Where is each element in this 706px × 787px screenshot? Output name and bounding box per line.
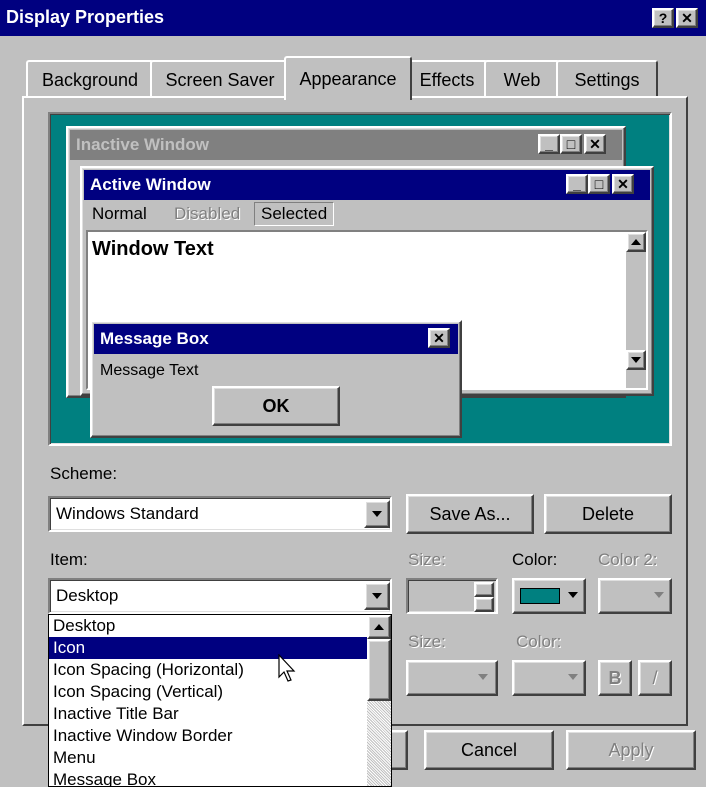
list-item[interactable]: Message Box [49, 769, 367, 786]
message-text: Message Text [100, 362, 199, 379]
font-size-select [406, 660, 498, 696]
menu-normal: Normal [92, 204, 147, 223]
tab-background[interactable]: Background [26, 60, 154, 98]
maximize-icon: □ [588, 174, 610, 194]
scrollbar [626, 232, 646, 388]
window-text: Window Text [92, 238, 214, 260]
italic-button: / [638, 660, 672, 696]
menu-selected: Selected [254, 202, 335, 226]
tab-effects[interactable]: Effects [406, 60, 488, 98]
apply-label: Apply [608, 739, 654, 760]
minimize-icon: _ [566, 174, 588, 194]
tab-label: Effects [419, 69, 475, 90]
list-item[interactable]: Inactive Window Border [49, 725, 367, 747]
preview-area: Inactive Window _ □ ✕ Active Window _ □ … [48, 112, 672, 446]
chevron-down-icon[interactable] [364, 500, 390, 528]
active-title-bar: Active Window _ □ ✕ [84, 170, 650, 200]
tab-label: Settings [574, 69, 640, 90]
spin-up-icon [474, 582, 494, 597]
item-dropdown-list[interactable]: Desktop Icon Icon Spacing (Horizontal) Icon… [48, 614, 392, 787]
item-color2-button [598, 578, 672, 614]
scroll-down-icon [626, 350, 646, 370]
list-item[interactable]: Menu [49, 747, 367, 769]
list-item[interactable]: Icon Spacing (Horizontal) [49, 659, 367, 681]
tab-settings[interactable]: Settings [556, 60, 658, 98]
ok-button: OK [212, 386, 340, 426]
list-item[interactable]: Icon Spacing (Vertical) [49, 681, 367, 703]
bold-label: B [608, 667, 622, 688]
chevron-down-icon [478, 674, 488, 680]
scroll-up-icon[interactable] [367, 615, 391, 639]
mouse-cursor-icon [278, 654, 296, 682]
bold-button: B [598, 660, 632, 696]
apply-button: Apply [566, 730, 696, 770]
tab-label: Web [503, 69, 541, 90]
maximize-icon: □ [560, 134, 582, 154]
color-swatch [520, 588, 560, 604]
minimize-icon: _ [538, 134, 560, 154]
message-box: Message Box ✕ Message Text OK [90, 320, 462, 438]
message-box-title: Message Box [100, 329, 209, 348]
active-title: Active Window [90, 175, 211, 194]
save-as-button[interactable]: Save As... [406, 494, 534, 534]
tab-appearance[interactable]: Appearance [284, 56, 412, 100]
close-button[interactable]: ✕ [676, 8, 698, 28]
font-color-label: Color: [516, 632, 562, 651]
cancel-label: Cancel [460, 739, 518, 760]
chevron-down-icon [568, 592, 578, 598]
message-box-title-bar: Message Box ✕ [94, 324, 458, 354]
scroll-up-icon [626, 232, 646, 252]
inactive-title: Inactive Window [76, 135, 210, 154]
spin-down-icon [474, 597, 494, 612]
scheme-select[interactable]: Windows Standard [48, 496, 392, 532]
list-scrollbar[interactable] [367, 615, 391, 786]
menu-disabled: Disabled [174, 204, 241, 223]
italic-label: / [652, 667, 658, 688]
close-icon: ✕ [428, 328, 450, 348]
tab-label: Background [41, 69, 139, 90]
delete-label: Delete [581, 503, 635, 524]
inactive-title-bar: Inactive Window _ □ ✕ [70, 130, 622, 160]
scheme-label: Scheme: [50, 464, 118, 483]
font-size-label: Size: [408, 632, 446, 651]
item-value: Desktop [56, 586, 119, 605]
window-title: Display Properties [6, 7, 165, 27]
save-as-label: Save As... [429, 503, 511, 524]
list-items: Desktop Icon Icon Spacing (Horizontal) Icon… [49, 615, 367, 786]
chevron-down-icon[interactable] [364, 582, 390, 610]
delete-button[interactable]: Delete [544, 494, 672, 534]
tab-label: Appearance [299, 68, 397, 89]
scroll-thumb[interactable] [367, 639, 391, 701]
ok-label: OK [262, 395, 290, 416]
help-icon: ? [658, 10, 668, 26]
window-title-bar[interactable]: Display Properties ? ✕ [0, 0, 706, 36]
item-select[interactable]: Desktop [48, 578, 392, 614]
close-icon: ✕ [612, 174, 634, 194]
help-button[interactable]: ? [652, 8, 674, 28]
tab-screen-saver[interactable]: Screen Saver [150, 60, 290, 98]
close-icon: ✕ [681, 9, 693, 26]
scheme-value: Windows Standard [56, 504, 199, 523]
cancel-button[interactable]: Cancel [424, 730, 554, 770]
item-color2-label: Color 2: [598, 550, 658, 569]
close-icon: ✕ [584, 134, 606, 154]
tab-web[interactable]: Web [484, 60, 560, 98]
chevron-down-icon [654, 592, 664, 598]
chevron-down-icon [568, 674, 578, 680]
tab-label: Screen Saver [165, 69, 275, 90]
item-label: Item: [50, 550, 88, 569]
list-item[interactable]: Inactive Title Bar [49, 703, 367, 725]
tab-strip: Background Screen Saver Appearance Effec… [26, 56, 686, 100]
item-color-label: Color: [512, 550, 558, 569]
item-size-spinner [406, 578, 498, 614]
item-size-label: Size: [408, 550, 446, 569]
list-item[interactable]: Desktop [49, 615, 367, 637]
item-color-button[interactable] [512, 578, 586, 614]
font-color-button [512, 660, 586, 696]
list-item[interactable]: Icon [49, 637, 367, 659]
